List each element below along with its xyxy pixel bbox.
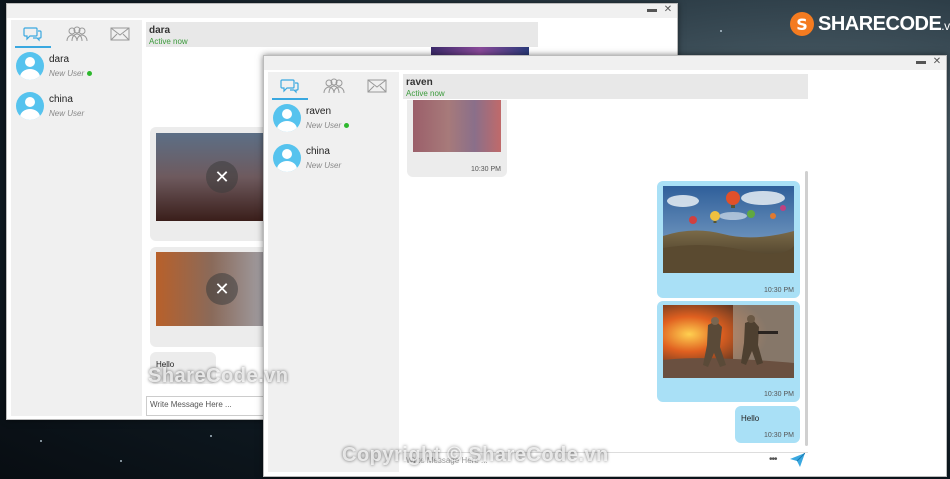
minimize-button[interactable]: ▬ <box>647 5 657 15</box>
message-input[interactable]: Write Message Here ... <box>146 396 266 416</box>
logo-tld: .vn <box>941 18 950 33</box>
message-bubble: ✕ 1( <box>150 247 280 347</box>
message-bubble: 10:30 PM <box>657 301 800 402</box>
message-text: Hello <box>741 414 760 423</box>
contact-name: china <box>306 146 330 157</box>
tab-chats[interactable] <box>268 72 312 100</box>
contact-item[interactable]: china New User <box>268 140 399 180</box>
contact-item[interactable]: raven New User <box>268 100 399 140</box>
header-name: raven <box>406 77 433 88</box>
online-dot <box>87 71 93 76</box>
watermark: Copyright © ShareCode.vn <box>342 444 609 466</box>
contact-status: New User <box>49 69 85 78</box>
avatar <box>273 144 301 172</box>
tab-chats[interactable] <box>11 20 55 48</box>
logo-badge: S <box>790 12 814 36</box>
contact-item[interactable]: china New User <box>11 88 142 128</box>
contact-status: New User <box>49 109 85 118</box>
minimize-button[interactable]: ▬ <box>916 57 926 67</box>
avatar <box>273 104 301 132</box>
chat-bubbles-icon <box>23 27 42 42</box>
avatar <box>16 92 44 120</box>
header-name: dara <box>149 25 171 36</box>
message-bubble: Hello 10:30 PM <box>735 406 800 443</box>
more-options-button[interactable]: ••• <box>769 454 777 465</box>
users-group-icon <box>66 26 87 42</box>
logo-name: SHARECODE <box>818 12 942 35</box>
chat-bubbles-icon <box>280 79 299 94</box>
title-bar: ▬ ✕ <box>264 56 946 70</box>
message-bubble: 10:30 PM <box>657 181 800 298</box>
message-image[interactable] <box>663 305 794 378</box>
tab-groups[interactable] <box>55 20 99 48</box>
contact-name: dara <box>49 54 70 65</box>
sidebar-tabs <box>268 72 399 100</box>
contact-item[interactable]: dara New User <box>11 48 142 88</box>
contact-status: New User <box>306 161 342 170</box>
message-image[interactable]: ✕ <box>156 252 280 326</box>
close-icon[interactable]: ✕ <box>206 273 238 305</box>
message-time: 10:30 PM <box>764 391 794 398</box>
send-button[interactable] <box>790 452 806 472</box>
message-time: 10:30 PM <box>471 166 501 173</box>
avatar <box>16 52 44 80</box>
balloons-photo <box>663 186 794 273</box>
chat-window-front: ▬ ✕ raven New User china New User raven … <box>263 55 947 477</box>
soldiers-photo <box>663 305 794 378</box>
close-icon[interactable]: ✕ <box>206 161 238 193</box>
tab-mail[interactable] <box>355 72 399 100</box>
header-status: Active now <box>149 37 188 46</box>
scrollbar[interactable] <box>805 171 808 446</box>
watermark: ShareCode.vn <box>148 365 289 387</box>
send-icon <box>790 452 806 467</box>
envelope-icon <box>110 27 130 41</box>
users-group-icon <box>323 78 344 94</box>
envelope-icon <box>367 79 387 93</box>
sidebar: dara New User china New User <box>11 20 142 416</box>
contact-name: china <box>49 94 73 105</box>
online-dot <box>344 123 350 128</box>
tab-groups[interactable] <box>312 72 356 100</box>
sharecode-logo: S SHARECODE.vn <box>790 12 950 36</box>
message-time: 10:30 PM <box>764 287 794 294</box>
header-status: Active now <box>406 89 445 98</box>
message-bubble: ✕ 1( <box>150 127 280 241</box>
close-button[interactable]: ✕ <box>932 57 942 67</box>
message-image[interactable] <box>413 100 501 152</box>
tab-mail[interactable] <box>98 20 142 48</box>
close-button[interactable]: ✕ <box>663 5 673 15</box>
message-image[interactable] <box>663 186 794 273</box>
title-bar: ▬ ✕ <box>7 4 677 18</box>
message-image[interactable]: ✕ <box>156 133 280 221</box>
message-bubble: 10:30 PM <box>407 100 507 177</box>
contact-name: raven <box>306 106 332 117</box>
chat-header: raven Active now <box>403 74 808 99</box>
sidebar-tabs <box>11 20 142 48</box>
chat-header: dara Active now <box>146 22 538 47</box>
sidebar: raven New User china New User <box>268 72 399 472</box>
message-time: 10:30 PM <box>764 432 794 439</box>
contact-status: New User <box>306 121 342 130</box>
